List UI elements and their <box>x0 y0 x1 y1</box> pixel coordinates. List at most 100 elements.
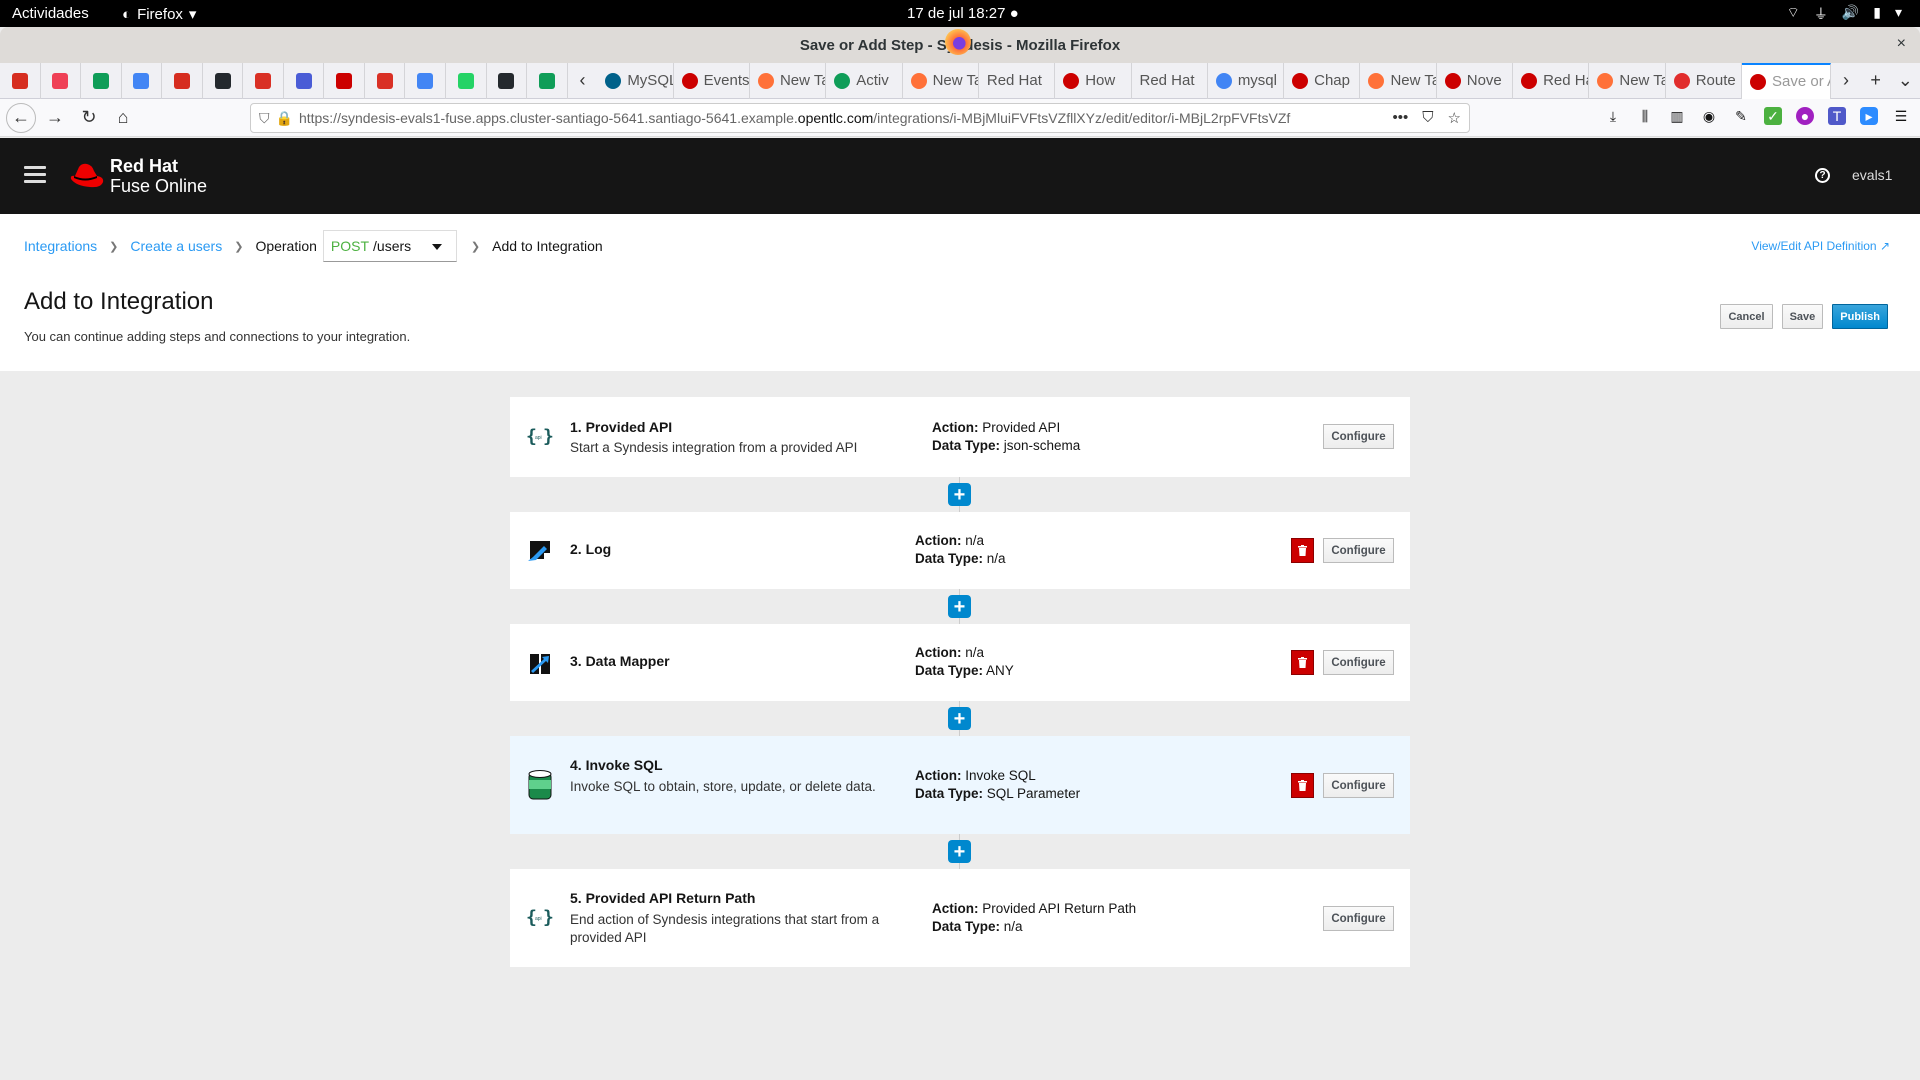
back-button[interactable]: ← <box>6 102 36 133</box>
delete-step-button[interactable] <box>1291 650 1314 675</box>
browser-tab[interactable]: Nove <box>1437 62 1514 99</box>
browser-tab[interactable]: Route <box>1666 62 1742 99</box>
zoom-meeting-icon[interactable]: ▸ <box>1860 107 1878 125</box>
tracking-shield-icon[interactable]: ⛉ <box>259 110 270 127</box>
sidebar-icon[interactable]: ▥ <box>1668 107 1686 125</box>
home-button[interactable]: ⌂ <box>108 103 138 133</box>
breadcrumb-current: Add to Integration <box>492 238 603 254</box>
list-all-tabs-button[interactable]: ⌄ <box>1890 63 1920 99</box>
account-icon[interactable]: ◉ <box>1700 107 1718 125</box>
breadcrumb-create-users[interactable]: Create a users <box>130 238 222 254</box>
extension-shield-icon[interactable]: ✓ <box>1764 107 1782 125</box>
teams-icon[interactable]: T <box>1828 107 1846 125</box>
browser-tab[interactable]: Red Hat <box>1132 62 1208 99</box>
scroll-tabs-right-button[interactable]: › <box>1831 63 1861 99</box>
step-meta: Action: Provided API Data Type: json-sch… <box>932 419 1080 455</box>
app-menu[interactable]: ◐ Firefox ▾ <box>122 5 196 24</box>
configure-button[interactable]: Configure <box>1323 906 1394 931</box>
padlock-icon[interactable]: 🔒 <box>276 110 293 127</box>
activities-button[interactable]: Actividades <box>12 5 89 22</box>
database-icon <box>524 768 554 800</box>
pinned-tab[interactable] <box>487 62 528 99</box>
add-step-button[interactable]: + <box>948 595 971 618</box>
pinned-tab[interactable] <box>0 62 41 99</box>
delete-step-button[interactable] <box>1291 538 1314 563</box>
library-icon[interactable]: ⫼ <box>1636 107 1654 125</box>
url-bar[interactable]: ⛉ 🔒 https://syndesis-evals1-fuse.apps.cl… <box>250 103 1470 133</box>
new-tab-button[interactable]: + <box>1861 63 1891 99</box>
browser-tab[interactable]: Red Hat <box>1513 62 1590 99</box>
pinned-tab[interactable] <box>41 62 82 99</box>
pinned-tab[interactable] <box>446 62 487 99</box>
publish-button[interactable]: Publish <box>1832 304 1888 329</box>
browser-tab[interactable]: New Tab <box>750 62 827 99</box>
window-close-button[interactable]: × <box>1897 35 1906 53</box>
datatype-label: Data Type: <box>915 551 984 566</box>
firefox-icon: ◐ <box>122 5 132 23</box>
pinned-tab[interactable] <box>162 62 203 99</box>
datatype-label: Data Type: <box>932 438 1001 453</box>
configure-button[interactable]: Configure <box>1323 538 1394 563</box>
battery-icon: ▮ <box>1873 4 1881 20</box>
add-step-button[interactable]: + <box>948 840 971 863</box>
pinned-tab[interactable] <box>81 62 122 99</box>
breadcrumb-integrations[interactable]: Integrations <box>24 238 97 254</box>
pinned-tab[interactable] <box>527 62 568 99</box>
pinned-tab[interactable] <box>122 62 163 99</box>
browser-tab[interactable]: New Tab <box>903 62 979 99</box>
delete-step-button[interactable] <box>1291 773 1314 798</box>
action-label: Action: <box>915 645 962 660</box>
browser-tab[interactable]: New Tab <box>1360 62 1437 99</box>
configure-button[interactable]: Configure <box>1323 650 1394 675</box>
pinned-tab[interactable] <box>365 62 406 99</box>
save-button[interactable]: Save <box>1781 304 1824 329</box>
browser-tab[interactable]: Activ <box>826 62 903 99</box>
redhat-logo-icon <box>70 163 104 188</box>
pinned-tab[interactable] <box>405 62 447 99</box>
help-icon[interactable]: ? <box>1815 168 1830 183</box>
downloads-icon[interactable]: ⤓ <box>1604 107 1622 125</box>
operation-select[interactable]: POST /users <box>322 230 457 262</box>
cancel-button[interactable]: Cancel <box>1720 304 1773 329</box>
github-icon <box>498 72 515 89</box>
bookmark-star-icon[interactable]: ☆ <box>1448 109 1461 127</box>
reload-button[interactable]: ↻ <box>74 103 104 133</box>
browser-tab[interactable]: Chap <box>1284 62 1361 99</box>
tab-label: How <box>1085 72 1116 89</box>
red-pin-icon <box>173 72 190 89</box>
favicon-icon <box>605 72 622 89</box>
menu-icon[interactable]: ☰ <box>1892 107 1910 125</box>
browser-tab[interactable]: New Tab <box>1589 62 1666 99</box>
browser-tab[interactable]: Events <box>674 62 750 99</box>
system-tray[interactable]: ⌔ ⏚ 🔊 ▮ ▾ <box>1787 4 1902 24</box>
configure-button[interactable]: Configure <box>1323 773 1394 798</box>
page-actions-icon[interactable]: ••• <box>1393 109 1409 127</box>
configure-button[interactable]: Configure <box>1323 424 1394 449</box>
tab-label: Chap <box>1314 72 1350 89</box>
scroll-tabs-left-button[interactable]: ‹ <box>568 63 598 99</box>
extension-purple-icon[interactable]: ● <box>1796 107 1814 125</box>
chevron-down-icon: ▾ <box>1894 4 1902 20</box>
step-card: {} api 5. Provided API Return Path End ac… <box>510 869 1410 967</box>
view-edit-api-link[interactable]: View/Edit API Definition ↗ <box>1751 239 1890 253</box>
clock[interactable]: 17 de jul 18:27 ● <box>907 5 1019 22</box>
tab-label: New Tab <box>1390 72 1435 89</box>
hamburger-menu-button[interactable] <box>24 166 46 184</box>
browser-tab[interactable]: Red Hat <box>979 62 1056 99</box>
pinned-tab[interactable] <box>203 62 244 99</box>
forward-button[interactable]: → <box>40 103 70 133</box>
pocket-icon[interactable]: ⛉ <box>1422 109 1433 127</box>
brand-logo[interactable]: Red Hat Fuse Online <box>70 156 207 196</box>
favicon-icon <box>681 72 698 89</box>
tab-active[interactable]: Save or Add Step✕ <box>1742 62 1832 99</box>
pinned-tab[interactable] <box>324 62 365 99</box>
browser-tab[interactable]: How <box>1055 62 1132 99</box>
browser-tab[interactable]: MySQL <box>597 62 674 99</box>
pinned-tab[interactable] <box>284 62 325 99</box>
pinned-tab[interactable] <box>243 62 284 99</box>
browser-tab[interactable]: mysql <box>1208 62 1285 99</box>
extension-foot-icon[interactable]: ✎ <box>1732 107 1750 125</box>
add-step-button[interactable]: + <box>948 483 971 506</box>
add-step-button[interactable]: + <box>948 707 971 730</box>
user-menu[interactable]: evals1 <box>1852 167 1892 183</box>
